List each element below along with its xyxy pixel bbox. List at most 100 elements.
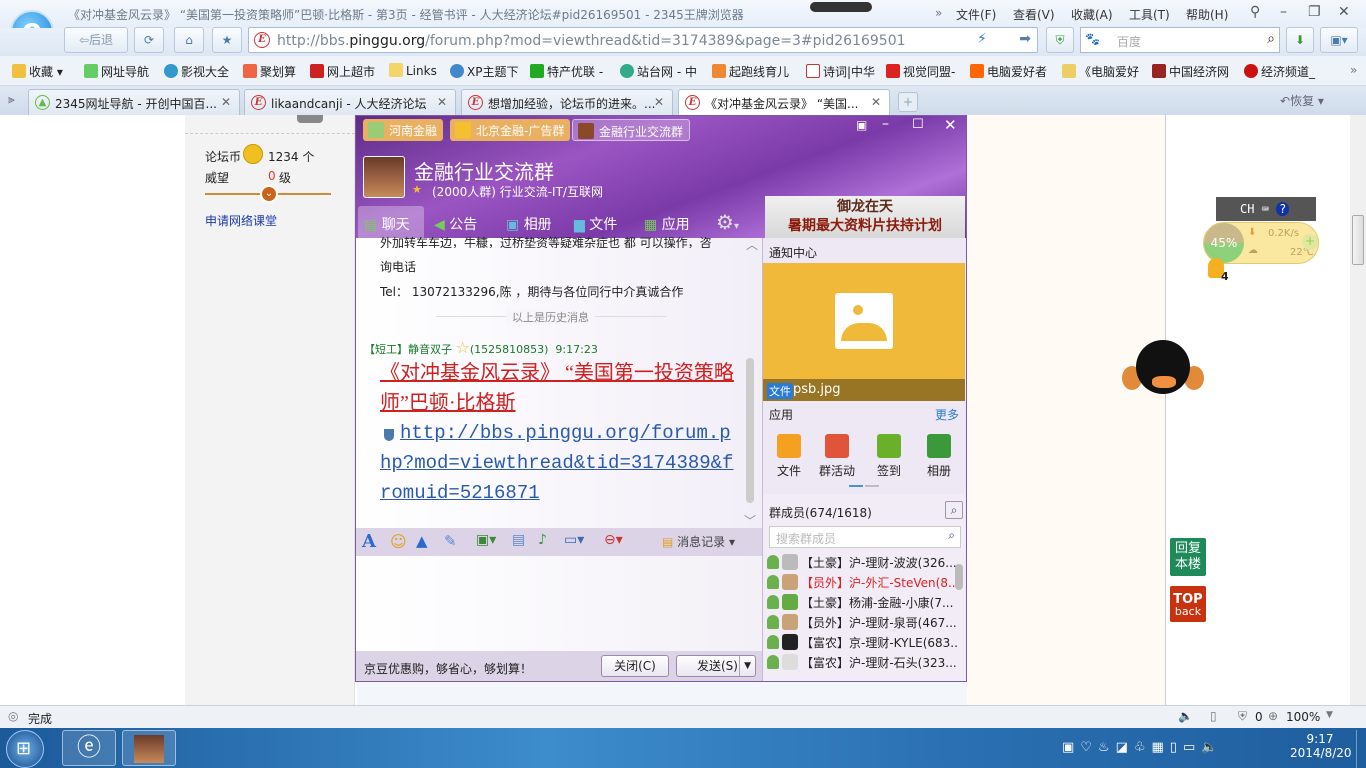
image-icon[interactable]: ▣▾ bbox=[476, 532, 496, 548]
address-bar[interactable]: E http://bbs.pinggu.org/forum.php?mod=vi… bbox=[248, 27, 1038, 53]
qq-maximize-button[interactable]: ☐ bbox=[912, 117, 924, 132]
tools-button[interactable]: ▣▾ bbox=[1320, 27, 1358, 53]
nav-files[interactable]: ▆ 文件 bbox=[574, 214, 617, 234]
member-search-input[interactable]: 搜索群成员 ⌕ bbox=[769, 526, 961, 548]
page-scrollbar[interactable] bbox=[1350, 115, 1366, 705]
refresh-button[interactable]: ⟳ bbox=[134, 27, 164, 53]
back-to-top-button[interactable]: TOP back bbox=[1170, 586, 1206, 622]
bookmark-item[interactable]: 网址导航 bbox=[84, 63, 149, 80]
bookmark-item[interactable]: 电脑爱好者 bbox=[970, 63, 1047, 80]
new-tab-button[interactable]: + bbox=[898, 92, 918, 112]
shield-icon[interactable]: ⛨ bbox=[1238, 709, 1247, 724]
app-group-activity[interactable]: 群活动 bbox=[817, 434, 857, 479]
font-icon[interactable]: A bbox=[362, 531, 376, 552]
member-item[interactable]: 【员外】沪-外汇-SteVen(8... bbox=[767, 574, 959, 594]
close-tab-icon[interactable]: ✕ bbox=[654, 95, 664, 109]
scroll-down-icon[interactable]: ﹀ bbox=[744, 512, 756, 529]
app-checkin[interactable]: 签到 bbox=[869, 434, 909, 479]
tab-2345[interactable]: ▲ 2345网址导航 - 开创中国百... ✕ bbox=[28, 89, 240, 115]
system-tray-icons[interactable]: ▣♡♨◪♧▦▯▭🔈 bbox=[1062, 740, 1223, 755]
restore-button[interactable]: ❐ bbox=[1308, 4, 1321, 20]
bookmark-item[interactable]: 《电脑爱好 bbox=[1062, 63, 1139, 80]
message-title-link[interactable]: 《对冲基金风云录》 “美国第一投资策略师”巴顿·比格斯 bbox=[380, 358, 738, 418]
member-item[interactable]: 【富农】京-理财-KYLE(683... bbox=[767, 634, 959, 654]
music-icon[interactable]: ♪ bbox=[538, 532, 547, 548]
sidebar-toggle-icon[interactable]: ⫸ bbox=[8, 92, 15, 107]
bookmark-item[interactable]: 网上超市 bbox=[310, 63, 375, 80]
more-bookmarks-icon[interactable]: » bbox=[1350, 63, 1357, 77]
send-button[interactable]: 发送(S) ▼ bbox=[676, 655, 756, 677]
taskbar-browser[interactable]: ⓔ bbox=[62, 730, 116, 766]
apply-course-link[interactable]: 申请网络课堂 bbox=[205, 212, 277, 229]
chevron-down-icon[interactable]: ⌄ bbox=[260, 185, 278, 203]
minimize-button[interactable]: – bbox=[1280, 4, 1287, 20]
page-dot-active[interactable] bbox=[849, 485, 863, 487]
page-dot[interactable] bbox=[865, 485, 879, 487]
message-input[interactable] bbox=[356, 556, 762, 651]
scrollbar-thumb[interactable] bbox=[1352, 215, 1364, 265]
close-tab-icon[interactable]: ✕ bbox=[871, 95, 881, 109]
notice-image[interactable]: 文件 psb.jpg bbox=[763, 263, 965, 401]
bookmark-folder[interactable]: Links bbox=[389, 63, 437, 78]
zoom-level[interactable]: 100% bbox=[1286, 710, 1320, 724]
menu-view[interactable]: 查看(V) bbox=[1013, 6, 1055, 23]
app-album[interactable]: 相册 bbox=[919, 434, 959, 479]
search-icon[interactable]: ⌕ bbox=[1267, 31, 1275, 47]
qq-minimize-button[interactable]: – bbox=[882, 116, 889, 132]
speaker-icon[interactable]: 🔈 bbox=[1178, 709, 1193, 723]
clock[interactable]: 9:17 2014/8/20 bbox=[1290, 732, 1352, 760]
chat-scrollbar[interactable] bbox=[746, 358, 754, 503]
download-button[interactable]: ⬇ bbox=[1286, 27, 1314, 53]
nav-apps[interactable]: ▦ 应用 bbox=[644, 214, 690, 234]
ime-toolbar[interactable]: CH ⌨ ? bbox=[1216, 197, 1316, 221]
bookmark-item[interactable]: 特产优联 - bbox=[530, 63, 603, 80]
bookmark-favorites[interactable]: 收藏 ▾ bbox=[12, 63, 63, 80]
bookmark-item[interactable]: 经济频道_ bbox=[1244, 63, 1315, 80]
qq-penguin-icon[interactable] bbox=[1122, 340, 1204, 394]
tab-likaandcanji[interactable]: Elikaandcanji - 人大经济论坛 ✕ bbox=[244, 89, 456, 115]
system-monitor-widget[interactable]: 45% ⬇ 0.2K/s ☁ 22℃ + bbox=[1203, 222, 1319, 264]
chat-messages[interactable]: 外加转车车边，牛糠，过桥垫资等疑难杂症也 都 可以操作，咨 ︿ 询电话 Tel：… bbox=[356, 236, 762, 529]
taskbar-qq[interactable] bbox=[122, 730, 176, 766]
home-button[interactable]: ⌂ bbox=[174, 27, 204, 53]
bookmark-item[interactable]: 中国经济网 bbox=[1152, 63, 1229, 80]
menu-tools[interactable]: 工具(T) bbox=[1129, 6, 1170, 23]
bookmark-item[interactable]: XP主题下 bbox=[450, 63, 518, 80]
ad-text-link[interactable]: 京豆优惠购，够省心，够划算！ bbox=[364, 660, 532, 677]
menu-file[interactable]: 文件(F) bbox=[956, 6, 996, 23]
message-url-link[interactable]: http://bbs.pinggu.org/forum.php?mod=view… bbox=[380, 418, 742, 508]
back-button[interactable]: ⇦后退 bbox=[64, 27, 128, 53]
member-list-scrollbar[interactable] bbox=[955, 564, 963, 590]
nav-chat[interactable]: ▤ 聊天 bbox=[364, 214, 410, 234]
apps-more-link[interactable]: 更多 bbox=[935, 406, 959, 423]
menu-favorites[interactable]: 收藏(A) bbox=[1071, 6, 1113, 23]
close-chat-button[interactable]: 关闭(C) bbox=[601, 655, 669, 677]
member-item[interactable]: 【土豪】沪-理财-波波(326... bbox=[767, 554, 959, 574]
document-icon[interactable]: ▤ bbox=[512, 532, 525, 548]
bookmark-item[interactable]: 站台网 - 中 bbox=[620, 63, 697, 80]
shake-icon[interactable]: ⊖▾ bbox=[604, 532, 623, 548]
qq-tab-henan[interactable]: 河南金融 bbox=[363, 119, 444, 141]
magic-hat-icon[interactable]: ▲ bbox=[416, 532, 428, 550]
bookmark-item[interactable]: 起跑线育儿 bbox=[712, 63, 789, 80]
qq-tab-beijing[interactable]: 北京金融-广告群 bbox=[450, 119, 571, 141]
bookmark-item[interactable]: 视觉同盟- bbox=[886, 63, 955, 80]
nav-album[interactable]: ▣ 相册 bbox=[506, 214, 552, 234]
go-arrow-icon[interactable]: ➡ bbox=[1019, 31, 1031, 47]
lightning-icon[interactable]: ⚡ bbox=[977, 31, 987, 47]
favorite-star-button[interactable]: ★ bbox=[212, 27, 242, 53]
dropdown-icon[interactable]: ▣ bbox=[856, 118, 867, 132]
sender-name[interactable]: 静音双子 bbox=[408, 343, 452, 356]
reply-button[interactable]: 回复本楼 bbox=[1170, 538, 1206, 576]
zoom-icon[interactable]: ⊕ bbox=[1268, 709, 1278, 723]
pin-icon[interactable]: ⚲ bbox=[1250, 4, 1260, 20]
search-input[interactable]: 🐾 百度 ⌕ bbox=[1080, 27, 1280, 53]
scroll-up-icon[interactable]: ︿ bbox=[746, 236, 758, 253]
window-icon[interactable]: ▯ bbox=[1210, 709, 1217, 723]
plus-icon[interactable]: + bbox=[1302, 234, 1318, 250]
close-tab-icon[interactable]: ✕ bbox=[221, 95, 231, 109]
qq-close-button[interactable]: ✕ bbox=[944, 116, 957, 134]
gear-icon[interactable]: ⚙▾ bbox=[716, 210, 739, 234]
ad-banner[interactable]: 御龙在天 暑期最大资料片扶持计划 bbox=[765, 196, 965, 238]
emoji-icon[interactable]: ☺ bbox=[390, 532, 407, 551]
